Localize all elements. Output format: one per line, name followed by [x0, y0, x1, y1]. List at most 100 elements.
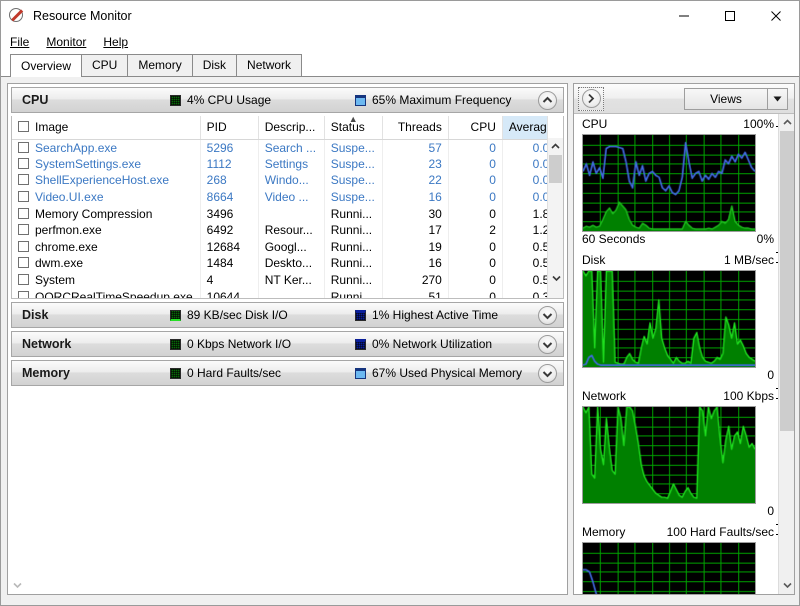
tab-cpu[interactable]: CPU — [81, 54, 129, 76]
resource-monitor-window: Resource Monitor File Monitor Help Overv… — [0, 0, 800, 606]
table-row[interactable]: chrome.exe 12684 Googl... Runni... 19 0 0.55 — [12, 238, 563, 256]
cell-status: Runni... — [324, 205, 383, 222]
row-checkbox[interactable] — [18, 274, 29, 286]
graph-cpu-time-label: 60 Seconds — [582, 232, 646, 246]
table-row[interactable]: SearchApp.exe 5296 Search ... Suspe... 57 0 0.… — [12, 139, 563, 156]
table-row[interactable]: Video.UI.exe 8664 Video ... Suspe... 16 0 0.00 — [12, 188, 563, 206]
scroll-up-arrow[interactable] — [548, 138, 563, 154]
scroll-down-arrow[interactable] — [548, 270, 563, 286]
cell-status: Runni... — [324, 221, 383, 239]
scroll-up-arrow[interactable] — [9, 594, 25, 595]
cell-threads: 16 — [382, 188, 449, 206]
row-checkbox[interactable] — [18, 290, 29, 298]
collapse-cpu-button[interactable] — [538, 91, 557, 110]
row-checkbox[interactable] — [18, 224, 29, 236]
expand-disk-button[interactable] — [538, 306, 557, 325]
views-button[interactable]: Views — [684, 87, 788, 110]
col-header-description[interactable]: Descrip... — [258, 116, 325, 140]
menu-help[interactable]: Help — [103, 33, 137, 51]
section-header-cpu[interactable]: CPU 4% CPU Usage 65% Maximum Frequency — [11, 87, 564, 113]
expand-memory-button[interactable] — [538, 364, 557, 383]
col-header-pid[interactable]: PID — [200, 116, 259, 140]
tab-network[interactable]: Network — [236, 54, 303, 76]
menu-file[interactable]: File — [10, 33, 38, 51]
scrollbar-thumb[interactable] — [780, 131, 794, 431]
select-all-checkbox[interactable] — [18, 121, 29, 133]
cell-image: perfmon.exe — [12, 221, 201, 239]
cell-status: Suspe... — [324, 155, 383, 173]
green-swatch-icon — [170, 309, 181, 321]
process-table-scrollbar[interactable] — [547, 116, 563, 298]
menu-monitor[interactable]: Monitor — [46, 33, 95, 51]
col-header-cpu[interactable]: CPU — [448, 116, 503, 140]
graph-disk-title: Disk — [582, 253, 606, 267]
cell-pid: 3496 — [200, 205, 259, 222]
tab-overview[interactable]: Overview — [10, 54, 83, 77]
minimize-button[interactable] — [661, 1, 707, 31]
cell-pid: 5296 — [200, 139, 259, 156]
close-button[interactable] — [753, 1, 799, 31]
table-row[interactable]: dwm.exe 1484 Deskto... Runni... 16 0 0.55 — [12, 255, 563, 272]
table-row[interactable]: SystemSettings.exe 1112 Settings Suspe... 23… — [12, 155, 563, 173]
table-row[interactable]: OORCRealTimeSpeedup.exe 10644 Runni... 51 0 0… — [12, 288, 563, 298]
row-checkbox[interactable] — [18, 207, 29, 219]
row-checkbox[interactable] — [18, 174, 29, 186]
blue-swatch-icon — [355, 338, 366, 350]
cell-image: Video.UI.exe — [12, 188, 201, 206]
sort-caret-up-icon: ▲ — [348, 116, 358, 124]
cell-threads: 17 — [382, 221, 449, 239]
col-header-image[interactable]: Image — [12, 116, 201, 140]
tab-memory[interactable]: Memory — [127, 54, 193, 76]
chevron-right-icon — [588, 93, 595, 104]
tab-strip: Overview CPU Memory Disk Network — [1, 53, 799, 77]
table-row[interactable]: ShellExperienceHost.exe 268 Windo... Suspe.… — [12, 172, 563, 189]
section-header-disk[interactable]: Disk 89 KB/sec Disk I/O 1% Highest Activ… — [11, 302, 564, 328]
table-header-row: Image PID Descrip... ▲ Status Threads CP… — [12, 116, 563, 140]
blue-swatch-icon — [355, 94, 366, 106]
cell-threads: 16 — [382, 255, 449, 272]
cell-image: SystemSettings.exe — [12, 155, 201, 173]
cell-pid: 12684 — [200, 238, 259, 256]
col-header-status[interactable]: ▲ Status — [324, 116, 383, 140]
row-checkbox[interactable] — [18, 191, 29, 203]
memory-hard-faults-metric: 0 Hard Faults/sec — [170, 366, 281, 380]
cell-threads: 19 — [382, 238, 449, 256]
scroll-up-arrow[interactable] — [779, 114, 794, 131]
table-row[interactable]: perfmon.exe 6492 Resour... Runni... 17 2 1.25 — [12, 221, 563, 239]
cell-pid: 268 — [200, 172, 259, 189]
row-checkbox[interactable] — [18, 240, 29, 252]
disk-active-time-metric: 1% Highest Active Time — [355, 308, 498, 322]
cell-description: Video ... — [258, 188, 325, 206]
cell-image: chrome.exe — [12, 238, 201, 256]
graph-cpu: CPU 100% 60 Seconds 0% — [582, 117, 788, 253]
table-row[interactable]: System 4 NT Ker... Runni... 270 0 0.50 — [12, 271, 563, 289]
row-checkbox[interactable] — [18, 257, 29, 269]
cell-status: Suspe... — [324, 188, 383, 206]
table-row[interactable]: Memory Compression 3496 Runni... 30 0 1.84 — [12, 205, 563, 222]
tab-disk[interactable]: Disk — [191, 54, 238, 76]
scroll-down-arrow[interactable] — [779, 577, 794, 594]
cell-image-label: SystemSettings.exe — [35, 156, 142, 171]
right-pane-scrollbar[interactable] — [778, 114, 794, 594]
section-header-memory[interactable]: Memory 0 Hard Faults/sec 67% Used Physic… — [11, 360, 564, 386]
cell-threads: 23 — [382, 155, 449, 173]
row-checkbox[interactable] — [18, 141, 29, 153]
collapse-panel-button[interactable] — [578, 86, 604, 111]
graph-memory-max-label: 100 Hard Faults/sec — [666, 525, 774, 539]
cell-status: Suspe... — [324, 172, 383, 189]
row-checkbox[interactable] — [18, 157, 29, 169]
section-header-network[interactable]: Network 0 Kbps Network I/O 0% Network Ut… — [11, 331, 564, 357]
graph-memory-title: Memory — [582, 525, 626, 539]
scroll-down-arrow[interactable] — [9, 577, 25, 594]
cell-pid: 1112 — [200, 155, 259, 173]
chevron-down-icon — [12, 582, 22, 589]
chevron-down-icon — [542, 342, 553, 349]
resource-monitor-icon — [9, 8, 25, 24]
cell-image-label: ShellExperienceHost.exe — [35, 173, 170, 188]
expand-network-button[interactable] — [538, 335, 557, 354]
col-header-threads[interactable]: Threads — [382, 116, 449, 140]
views-dropdown-arrow[interactable] — [767, 88, 787, 109]
cell-threads: 270 — [382, 271, 449, 289]
scrollbar-thumb[interactable] — [549, 155, 562, 183]
maximize-button[interactable] — [707, 1, 753, 31]
